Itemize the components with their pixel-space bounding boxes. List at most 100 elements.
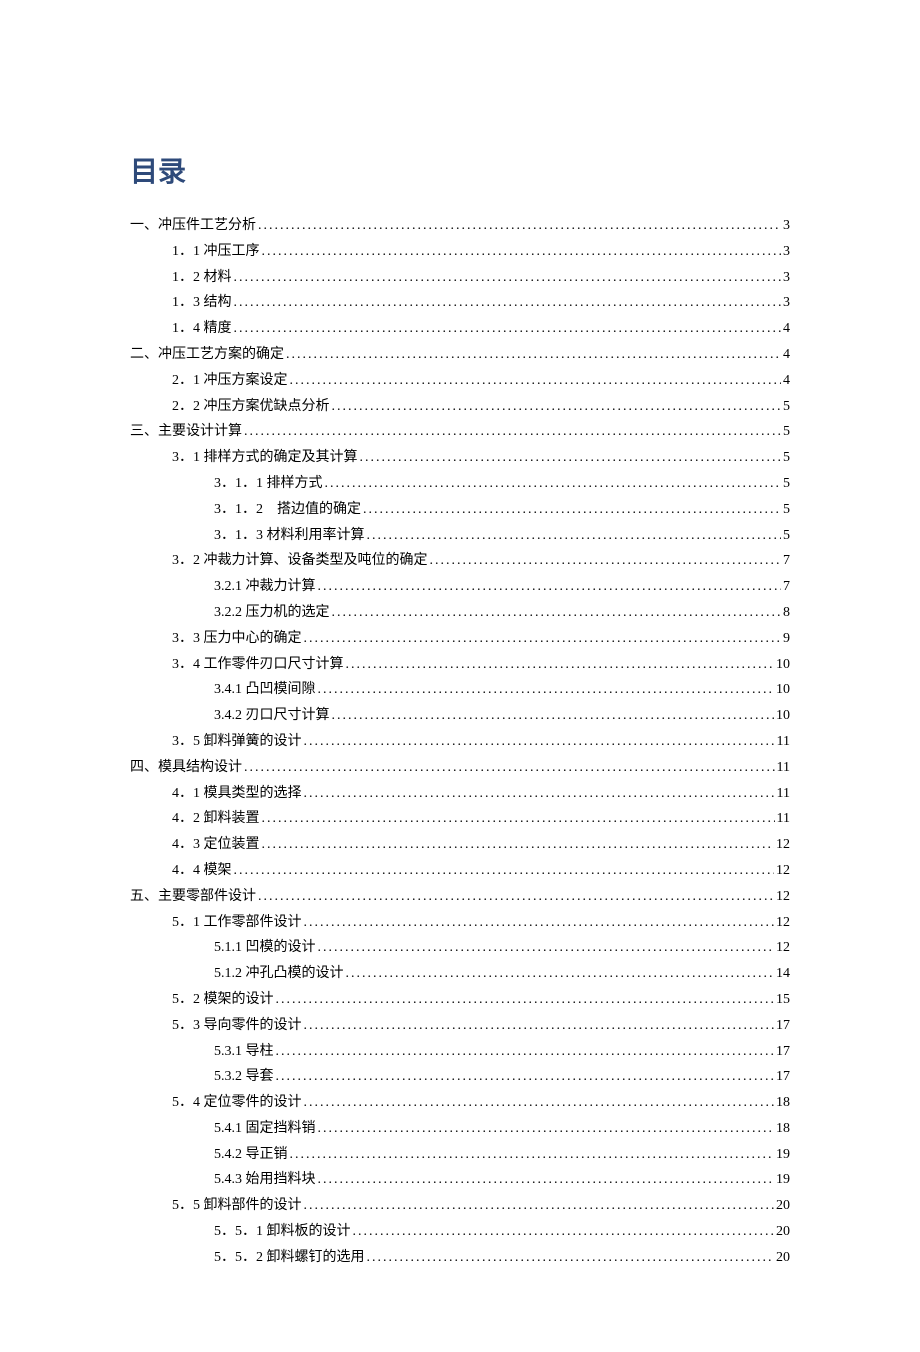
toc-entry[interactable]: 5.1.2 冲孔凸模的设计14 <box>130 962 790 986</box>
toc-entry-page: 3 <box>783 214 790 238</box>
toc-entry[interactable]: 5．1 工作零部件设计12 <box>130 911 790 935</box>
toc-entry-text: 3．2 冲裁力计算、设备类型及吨位的确定 <box>172 549 428 573</box>
toc-entry[interactable]: 五、主要零部件设计12 <box>130 885 790 909</box>
toc-entry[interactable]: 5.4.3 始用挡料块19 <box>130 1168 790 1192</box>
toc-entry[interactable]: 5.3.1 导柱 17 <box>130 1040 790 1064</box>
toc-entry-page: 4 <box>783 343 790 367</box>
toc-entry[interactable]: 5．5 卸料部件的设计20 <box>130 1194 790 1218</box>
toc-leader-dots <box>353 1220 775 1244</box>
toc-entry-text: 5.4.2 导正销 <box>214 1143 288 1167</box>
toc-entry-text: 3．4 工作零件刃口尺寸计算 <box>172 653 344 677</box>
toc-entry-page: 11 <box>777 807 790 831</box>
toc-entry-page: 11 <box>777 782 790 806</box>
toc-entry[interactable]: 3．1．1 排样方式5 <box>130 472 790 496</box>
toc-entry-page: 5 <box>783 524 790 548</box>
toc-entry[interactable]: 四、模具结构设计11 <box>130 756 790 780</box>
toc-entry-text: 2．1 冲压方案设定 <box>172 369 288 393</box>
toc-leader-dots <box>290 1143 775 1167</box>
toc-container: 一、冲压件工艺分析31．1 冲压工序31．2 材料31．3 结构31．4 精度4… <box>130 214 790 1270</box>
toc-entry[interactable]: 3.4.2 刃口尺寸计算10 <box>130 704 790 728</box>
toc-entry-text: 4．1 模具类型的选择 <box>172 782 302 806</box>
toc-entry[interactable]: 4．3 定位装置12 <box>130 833 790 857</box>
toc-entry-text: 3．1．3 材料利用率计算 <box>214 524 365 548</box>
toc-entry[interactable]: 3．5 卸料弹簧的设计11 <box>130 730 790 754</box>
toc-leader-dots <box>367 1246 775 1270</box>
toc-leader-dots <box>430 549 782 573</box>
toc-leader-dots <box>276 1040 775 1064</box>
toc-leader-dots <box>290 369 782 393</box>
toc-entry[interactable]: 1．1 冲压工序3 <box>130 240 790 264</box>
toc-entry-text: 3．5 卸料弹簧的设计 <box>172 730 302 754</box>
toc-entry[interactable]: 1．2 材料 3 <box>130 266 790 290</box>
toc-entry[interactable]: 3.2.1 冲裁力计算7 <box>130 575 790 599</box>
toc-entry-text: 5.1.1 凹模的设计 <box>214 936 316 960</box>
toc-leader-dots <box>286 343 781 367</box>
toc-leader-dots <box>332 601 782 625</box>
toc-entry-page: 12 <box>776 936 790 960</box>
toc-entry[interactable]: 3.2.2 压力机的选定 8 <box>130 601 790 625</box>
toc-entry-page: 10 <box>776 653 790 677</box>
toc-entry-text: 四、模具结构设计 <box>130 756 242 780</box>
toc-entry-page: 3 <box>783 240 790 264</box>
toc-entry-text: 5.3.1 导柱 <box>214 1040 274 1064</box>
toc-leader-dots <box>304 1194 775 1218</box>
toc-entry[interactable]: 5．5．1 卸料板的设计20 <box>130 1220 790 1244</box>
toc-entry-page: 5 <box>783 446 790 470</box>
toc-entry-page: 3 <box>783 266 790 290</box>
toc-leader-dots <box>325 472 782 496</box>
toc-leader-dots <box>318 936 775 960</box>
toc-entry[interactable]: 5．4 定位零件的设计18 <box>130 1091 790 1115</box>
toc-entry[interactable]: 5.4.1 固定挡料销18 <box>130 1117 790 1141</box>
toc-entry-page: 12 <box>776 859 790 883</box>
toc-entry-text: 1．2 材料 <box>172 266 232 290</box>
toc-leader-dots <box>304 782 775 806</box>
toc-leader-dots <box>304 1091 775 1115</box>
toc-leader-dots <box>258 214 781 238</box>
toc-entry[interactable]: 5.3.2 导套17 <box>130 1065 790 1089</box>
toc-entry-text: 5．2 模架的设计 <box>172 988 274 1012</box>
toc-entry[interactable]: 三、主要设计计算5 <box>130 420 790 444</box>
toc-entry-text: 4．3 定位装置 <box>172 833 260 857</box>
toc-entry-text: 一、冲压件工艺分析 <box>130 214 256 238</box>
toc-entry-page: 5 <box>783 395 790 419</box>
toc-entry[interactable]: 3．2 冲裁力计算、设备类型及吨位的确定7 <box>130 549 790 573</box>
toc-entry[interactable]: 3．3 压力中心的确定9 <box>130 627 790 651</box>
toc-entry-page: 14 <box>776 962 790 986</box>
toc-entry[interactable]: 1．3 结构3 <box>130 291 790 315</box>
toc-entry-page: 15 <box>776 988 790 1012</box>
toc-entry[interactable]: 3.4.1 凸凹模间隙10 <box>130 678 790 702</box>
toc-entry[interactable]: 4．4 模架12 <box>130 859 790 883</box>
toc-entry[interactable]: 5.1.1 凹模的设计 12 <box>130 936 790 960</box>
toc-leader-dots <box>276 1065 775 1089</box>
toc-leader-dots <box>318 678 775 702</box>
toc-entry[interactable]: 3．4 工作零件刃口尺寸计算 10 <box>130 653 790 677</box>
toc-entry[interactable]: 5．3 导向零件的设计17 <box>130 1014 790 1038</box>
toc-entry[interactable]: 4．1 模具类型的选择 11 <box>130 782 790 806</box>
toc-entry-page: 20 <box>776 1220 790 1244</box>
toc-entry-text: 5．5．2 卸料螺钉的选用 <box>214 1246 365 1270</box>
toc-entry-text: 5.4.1 固定挡料销 <box>214 1117 316 1141</box>
toc-entry[interactable]: 5．2 模架的设计 15 <box>130 988 790 1012</box>
toc-leader-dots <box>318 1117 775 1141</box>
toc-entry[interactable]: 3．1．3 材料利用率计算 5 <box>130 524 790 548</box>
toc-entry-text: 5.3.2 导套 <box>214 1065 274 1089</box>
toc-entry[interactable]: 1．4 精度4 <box>130 317 790 341</box>
toc-entry[interactable]: 3．1 排样方式的确定及其计算5 <box>130 446 790 470</box>
toc-entry-page: 8 <box>783 601 790 625</box>
toc-entry[interactable]: 5．5．2 卸料螺钉的选用20 <box>130 1246 790 1270</box>
toc-entry-page: 3 <box>783 291 790 315</box>
toc-entry[interactable]: 二、冲压工艺方案的确定4 <box>130 343 790 367</box>
toc-leader-dots <box>234 859 775 883</box>
toc-entry-text: 五、主要零部件设计 <box>130 885 256 909</box>
toc-entry-text: 三、主要设计计算 <box>130 420 242 444</box>
toc-entry[interactable]: 2．2 冲压方案优缺点分析5 <box>130 395 790 419</box>
toc-entry[interactable]: 一、冲压件工艺分析 3 <box>130 214 790 238</box>
toc-leader-dots <box>360 446 782 470</box>
toc-entry[interactable]: 5.4.2 导正销19 <box>130 1143 790 1167</box>
toc-entry[interactable]: 2．1 冲压方案设定4 <box>130 369 790 393</box>
toc-entry-text: 3.2.2 压力机的选定 <box>214 601 330 625</box>
toc-entry[interactable]: 3．1．2 搭边值的确定5 <box>130 498 790 522</box>
toc-entry-page: 17 <box>776 1040 790 1064</box>
toc-entry[interactable]: 4．2 卸料装置11 <box>130 807 790 831</box>
toc-entry-page: 5 <box>783 472 790 496</box>
